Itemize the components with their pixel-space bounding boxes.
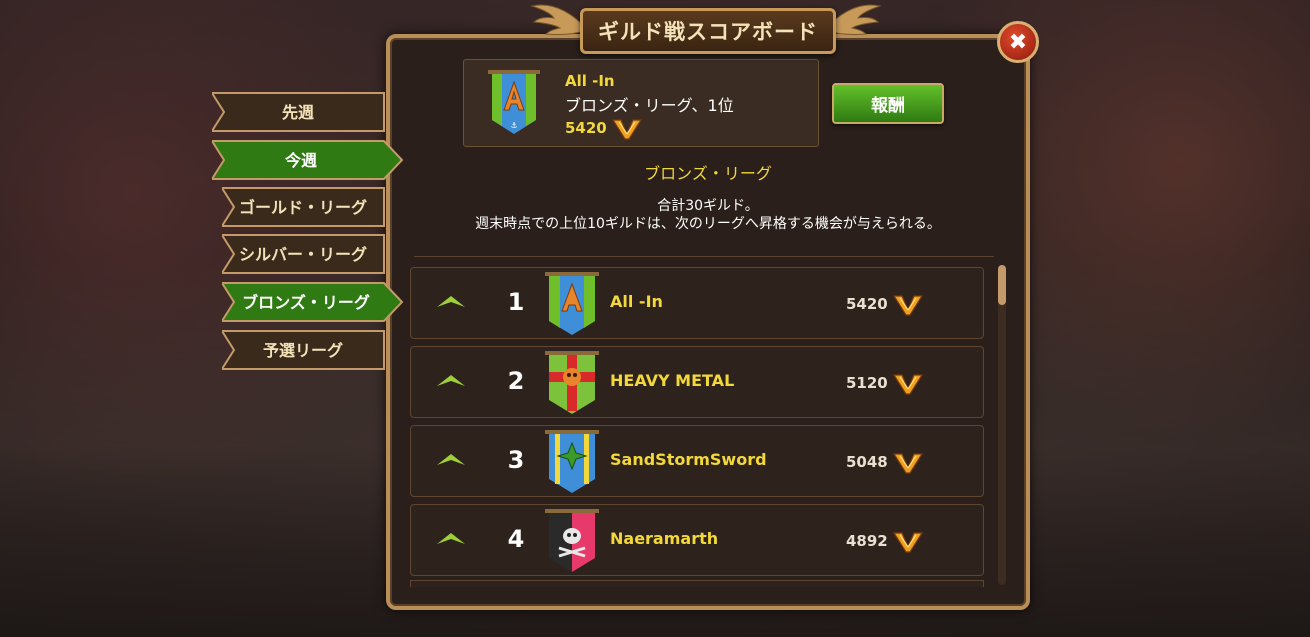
guild-score: 5048 [846,450,924,474]
summary-score-value: 5420 [565,119,607,137]
tab-qualifier-league[interactable]: 予選リーグ [222,330,385,370]
guild-name: All -In [610,292,663,311]
v-wings-icon [892,295,923,316]
description-line-2: 週末時点での上位10ギルドは、次のリーグへ昇格する機会が与えられる。 [475,216,941,232]
guild-name: Naeramarth [610,529,719,548]
rank-number: 1 [507,288,525,316]
guild-banner-emblem [545,430,599,493]
table-row-partial [410,580,984,587]
up-arrow-icon [437,375,465,386]
guild-banner-emblem [545,509,599,572]
tab-label: シルバー・リーグ [238,245,367,264]
tab-label: ブロンズ・リーグ [242,293,370,312]
guild-score-value: 5420 [846,295,888,313]
guild-name: HEAVY METAL [610,371,735,390]
v-wings-icon [892,453,923,474]
table-row[interactable]: 2 HEAVY METAL 5120 [410,346,984,418]
divider [414,256,994,257]
reward-button[interactable]: 報酬 [832,83,944,124]
tab-this-week[interactable]: 今週 [212,140,404,180]
my-guild-summary: ⚓ All -In ブロンズ・リーグ、1位 5420 [463,59,819,147]
table-row[interactable]: 4 Naeramarth 4892 [410,504,984,576]
up-arrow-icon [437,533,465,544]
guild-banner-emblem [545,272,599,335]
v-wings-icon [892,532,923,553]
summary-score: 5420 [565,116,643,140]
v-wings-icon [892,374,923,395]
up-arrow-icon [437,454,465,465]
rank-number: 3 [507,446,525,474]
rank-number: 4 [507,525,525,553]
list-scrollbar[interactable] [998,265,1006,585]
tab-label: 予選リーグ [262,341,343,360]
description-line-1: 合計30ギルド。 [657,198,759,214]
league-description: 合計30ギルド。 週末時点での上位10ギルドは、次のリーグへ昇格する機会が与えら… [386,197,1030,233]
tab-silver-league[interactable]: シルバー・リーグ [222,234,385,274]
close-button[interactable]: ✖ [997,21,1039,63]
tab-bronze-league[interactable]: ブロンズ・リーグ [222,282,404,322]
league-title: ブロンズ・リーグ [644,164,772,183]
ranking-list[interactable]: 1 All -In 5420 2 HEAVY METAL 5120 3 Sand… [410,267,984,587]
svg-text:⚓: ⚓ [510,121,517,130]
guild-score: 5120 [846,371,924,395]
summary-guild-name: All -In [565,72,615,90]
guild-score: 5420 [846,292,924,316]
guild-name: SandStormSword [610,450,767,469]
summary-league-rank: ブロンズ・リーグ、1位 [565,96,734,115]
tab-label: ゴールド・リーグ [238,198,367,217]
rank-number: 2 [507,367,525,395]
scoreboard-title: ギルド戦スコアボード [580,8,836,54]
guild-score-value: 5048 [846,453,888,471]
guild-score-value: 4892 [846,532,888,550]
guild-banner-emblem: ⚓ [488,70,540,134]
close-icon: ✖ [1008,29,1028,55]
tab-label: 今週 [284,151,317,170]
tab-label: 先週 [281,103,314,122]
scrollbar-thumb[interactable] [998,265,1006,305]
guild-score: 4892 [846,529,924,553]
up-arrow-icon [437,296,465,307]
v-wings-icon [611,119,642,140]
guild-score-value: 5120 [846,374,888,392]
tab-last-week[interactable]: 先週 [212,92,385,132]
guild-banner-emblem [545,351,599,414]
tab-gold-league[interactable]: ゴールド・リーグ [222,187,385,227]
table-row[interactable]: 3 SandStormSword 5048 [410,425,984,497]
table-row[interactable]: 1 All -In 5420 [410,267,984,339]
